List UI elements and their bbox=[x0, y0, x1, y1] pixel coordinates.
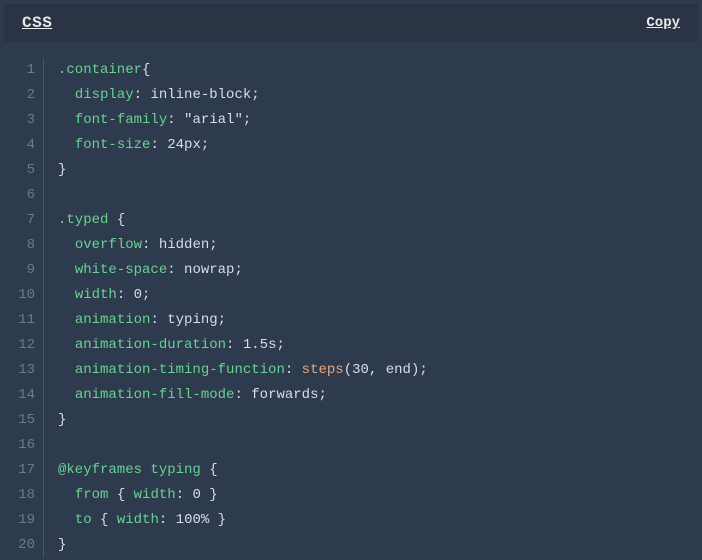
line-number: 7 bbox=[12, 208, 35, 233]
line-number: 8 bbox=[12, 233, 35, 258]
line-number: 13 bbox=[12, 358, 35, 383]
code-line: .typed { bbox=[58, 208, 428, 233]
line-number: 20 bbox=[12, 533, 35, 558]
line-number: 5 bbox=[12, 158, 35, 183]
code-header: CSS Copy bbox=[4, 4, 698, 42]
code-line: white-space: nowrap; bbox=[58, 258, 428, 283]
line-number: 1 bbox=[12, 58, 35, 83]
line-number: 18 bbox=[12, 483, 35, 508]
code-line bbox=[58, 433, 428, 458]
code-line: } bbox=[58, 408, 428, 433]
copy-button[interactable]: Copy bbox=[646, 15, 680, 31]
code-line: font-size: 24px; bbox=[58, 133, 428, 158]
code-line bbox=[58, 183, 428, 208]
code-line: overflow: hidden; bbox=[58, 233, 428, 258]
code-line: } bbox=[58, 533, 428, 558]
line-number: 15 bbox=[12, 408, 35, 433]
line-number: 16 bbox=[12, 433, 35, 458]
code-line: animation: typing; bbox=[58, 308, 428, 333]
language-label: CSS bbox=[22, 14, 52, 32]
line-number: 2 bbox=[12, 83, 35, 108]
line-number: 9 bbox=[12, 258, 35, 283]
code-line: to { width: 100% } bbox=[58, 508, 428, 533]
line-number: 11 bbox=[12, 308, 35, 333]
line-number: 10 bbox=[12, 283, 35, 308]
line-gutter: 1234567891011121314151617181920 bbox=[12, 58, 44, 558]
code-line: font-family: "arial"; bbox=[58, 108, 428, 133]
code-content[interactable]: .container{ display: inline-block; font-… bbox=[44, 58, 428, 558]
line-number: 17 bbox=[12, 458, 35, 483]
line-number: 6 bbox=[12, 183, 35, 208]
code-area: 1234567891011121314151617181920 .contain… bbox=[4, 42, 698, 558]
code-line: display: inline-block; bbox=[58, 83, 428, 108]
code-line: from { width: 0 } bbox=[58, 483, 428, 508]
code-line: animation-duration: 1.5s; bbox=[58, 333, 428, 358]
code-line: } bbox=[58, 158, 428, 183]
line-number: 19 bbox=[12, 508, 35, 533]
line-number: 3 bbox=[12, 108, 35, 133]
line-number: 12 bbox=[12, 333, 35, 358]
code-block-container: CSS Copy 1234567891011121314151617181920… bbox=[0, 0, 702, 560]
code-line: animation-fill-mode: forwards; bbox=[58, 383, 428, 408]
code-line: @keyframes typing { bbox=[58, 458, 428, 483]
line-number: 14 bbox=[12, 383, 35, 408]
code-line: .container{ bbox=[58, 58, 428, 83]
code-line: animation-timing-function: steps(30, end… bbox=[58, 358, 428, 383]
code-line: width: 0; bbox=[58, 283, 428, 308]
line-number: 4 bbox=[12, 133, 35, 158]
